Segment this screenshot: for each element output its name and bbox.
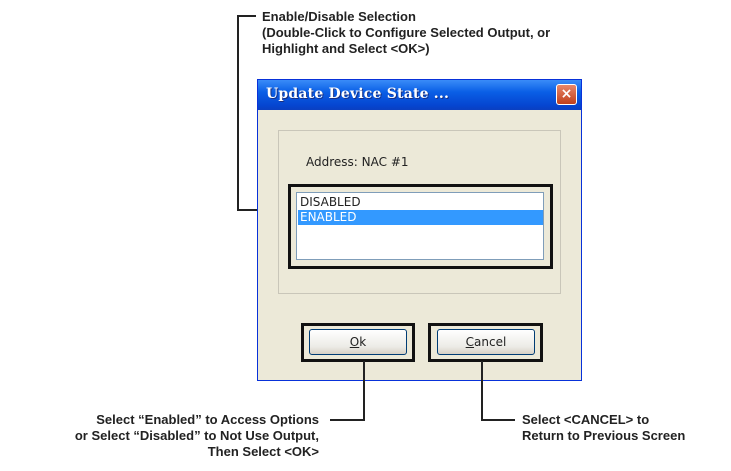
close-icon[interactable]: × bbox=[556, 84, 577, 105]
update-device-state-dialog: Update Device State ... × Address: NAC #… bbox=[257, 79, 582, 381]
callout-leader bbox=[363, 361, 365, 421]
callout-line: (Double-Click to Configure Selected Outp… bbox=[262, 25, 551, 40]
title-bar[interactable]: Update Device State ... × bbox=[258, 80, 581, 110]
callout-enable-disable: Enable/Disable Selection (Double-Click t… bbox=[262, 9, 550, 57]
window-title: Update Device State ... bbox=[266, 86, 450, 102]
callout-select-enabled: Select “Enabled” to Access Options or Se… bbox=[75, 412, 319, 460]
callout-leader bbox=[237, 15, 256, 17]
callout-leader bbox=[481, 361, 483, 421]
callout-line: Select “Enabled” to Access Options bbox=[96, 412, 319, 427]
callout-leader bbox=[237, 15, 239, 211]
callout-select-cancel: Select <CANCEL> to Return to Previous Sc… bbox=[522, 412, 685, 444]
callout-line: Enable/Disable Selection bbox=[262, 9, 416, 24]
listbox-highlight-frame bbox=[288, 184, 553, 269]
callout-line: Select <CANCEL> to bbox=[522, 412, 650, 427]
callout-line: or Select “Disabled” to Not Use Output, bbox=[74, 428, 319, 443]
callout-line: Return to Previous Screen bbox=[522, 428, 686, 443]
ok-highlight-frame bbox=[301, 323, 415, 362]
address-label: Address: NAC #1 bbox=[306, 155, 409, 169]
callout-line: Then Select <OK> bbox=[207, 444, 319, 459]
callout-leader bbox=[330, 419, 365, 421]
cancel-highlight-frame bbox=[428, 323, 543, 362]
callout-leader bbox=[481, 419, 515, 421]
callout-line: Highlight and Select <OK>) bbox=[262, 41, 430, 56]
